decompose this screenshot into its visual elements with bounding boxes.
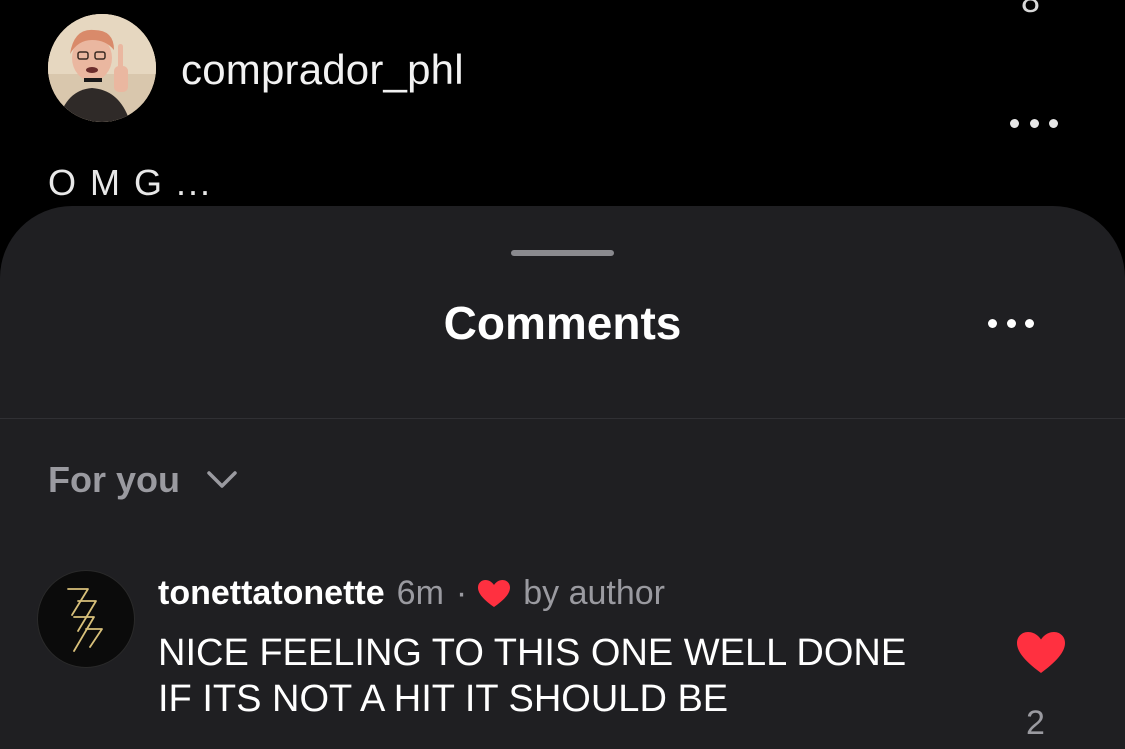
meta-separator: ·	[455, 574, 468, 612]
dot	[1029, 118, 1039, 128]
like-count: 2	[1026, 704, 1045, 742]
comment-username[interactable]: tonettatonette	[158, 574, 385, 613]
post-caption: O M G ...	[48, 162, 213, 203]
screen: 8 comprador_phl O M G ... Comments For y…	[0, 0, 1125, 749]
liked-by-author-label: by author	[523, 574, 665, 612]
heart-icon	[478, 579, 511, 607]
post-username[interactable]: comprador_phl	[181, 46, 464, 94]
dot	[1006, 318, 1016, 328]
post-more-icon[interactable]	[1010, 112, 1058, 134]
dot	[1049, 118, 1058, 128]
sheet-grabber-handle[interactable]	[511, 250, 614, 256]
chevron-down-icon	[207, 471, 237, 488]
heart-icon[interactable]	[1015, 630, 1067, 676]
comment-meta: tonettatonette 6m · by author	[158, 574, 665, 613]
comment-text: NICE FEELING TO THIS ONE WELL DONE IF IT…	[158, 632, 907, 720]
dot	[1010, 118, 1019, 128]
sort-filter-button[interactable]: For you	[48, 459, 238, 501]
dot	[1025, 318, 1034, 328]
sheet-more-icon[interactable]	[988, 314, 1034, 332]
avatar-image	[48, 14, 156, 122]
post-count: 8	[1021, 0, 1040, 20]
zigzag-logo-icon	[67, 588, 103, 652]
dot	[988, 318, 997, 328]
filter-label: For you	[48, 459, 180, 500]
comments-sheet: Comments For you tonettatonette 6m · by …	[0, 206, 1125, 749]
comment-timestamp: 6m	[396, 574, 444, 612]
divider	[0, 418, 1125, 419]
commenter-avatar[interactable]	[37, 570, 135, 668]
sheet-title: Comments	[443, 297, 682, 349]
avatar[interactable]	[48, 14, 156, 122]
